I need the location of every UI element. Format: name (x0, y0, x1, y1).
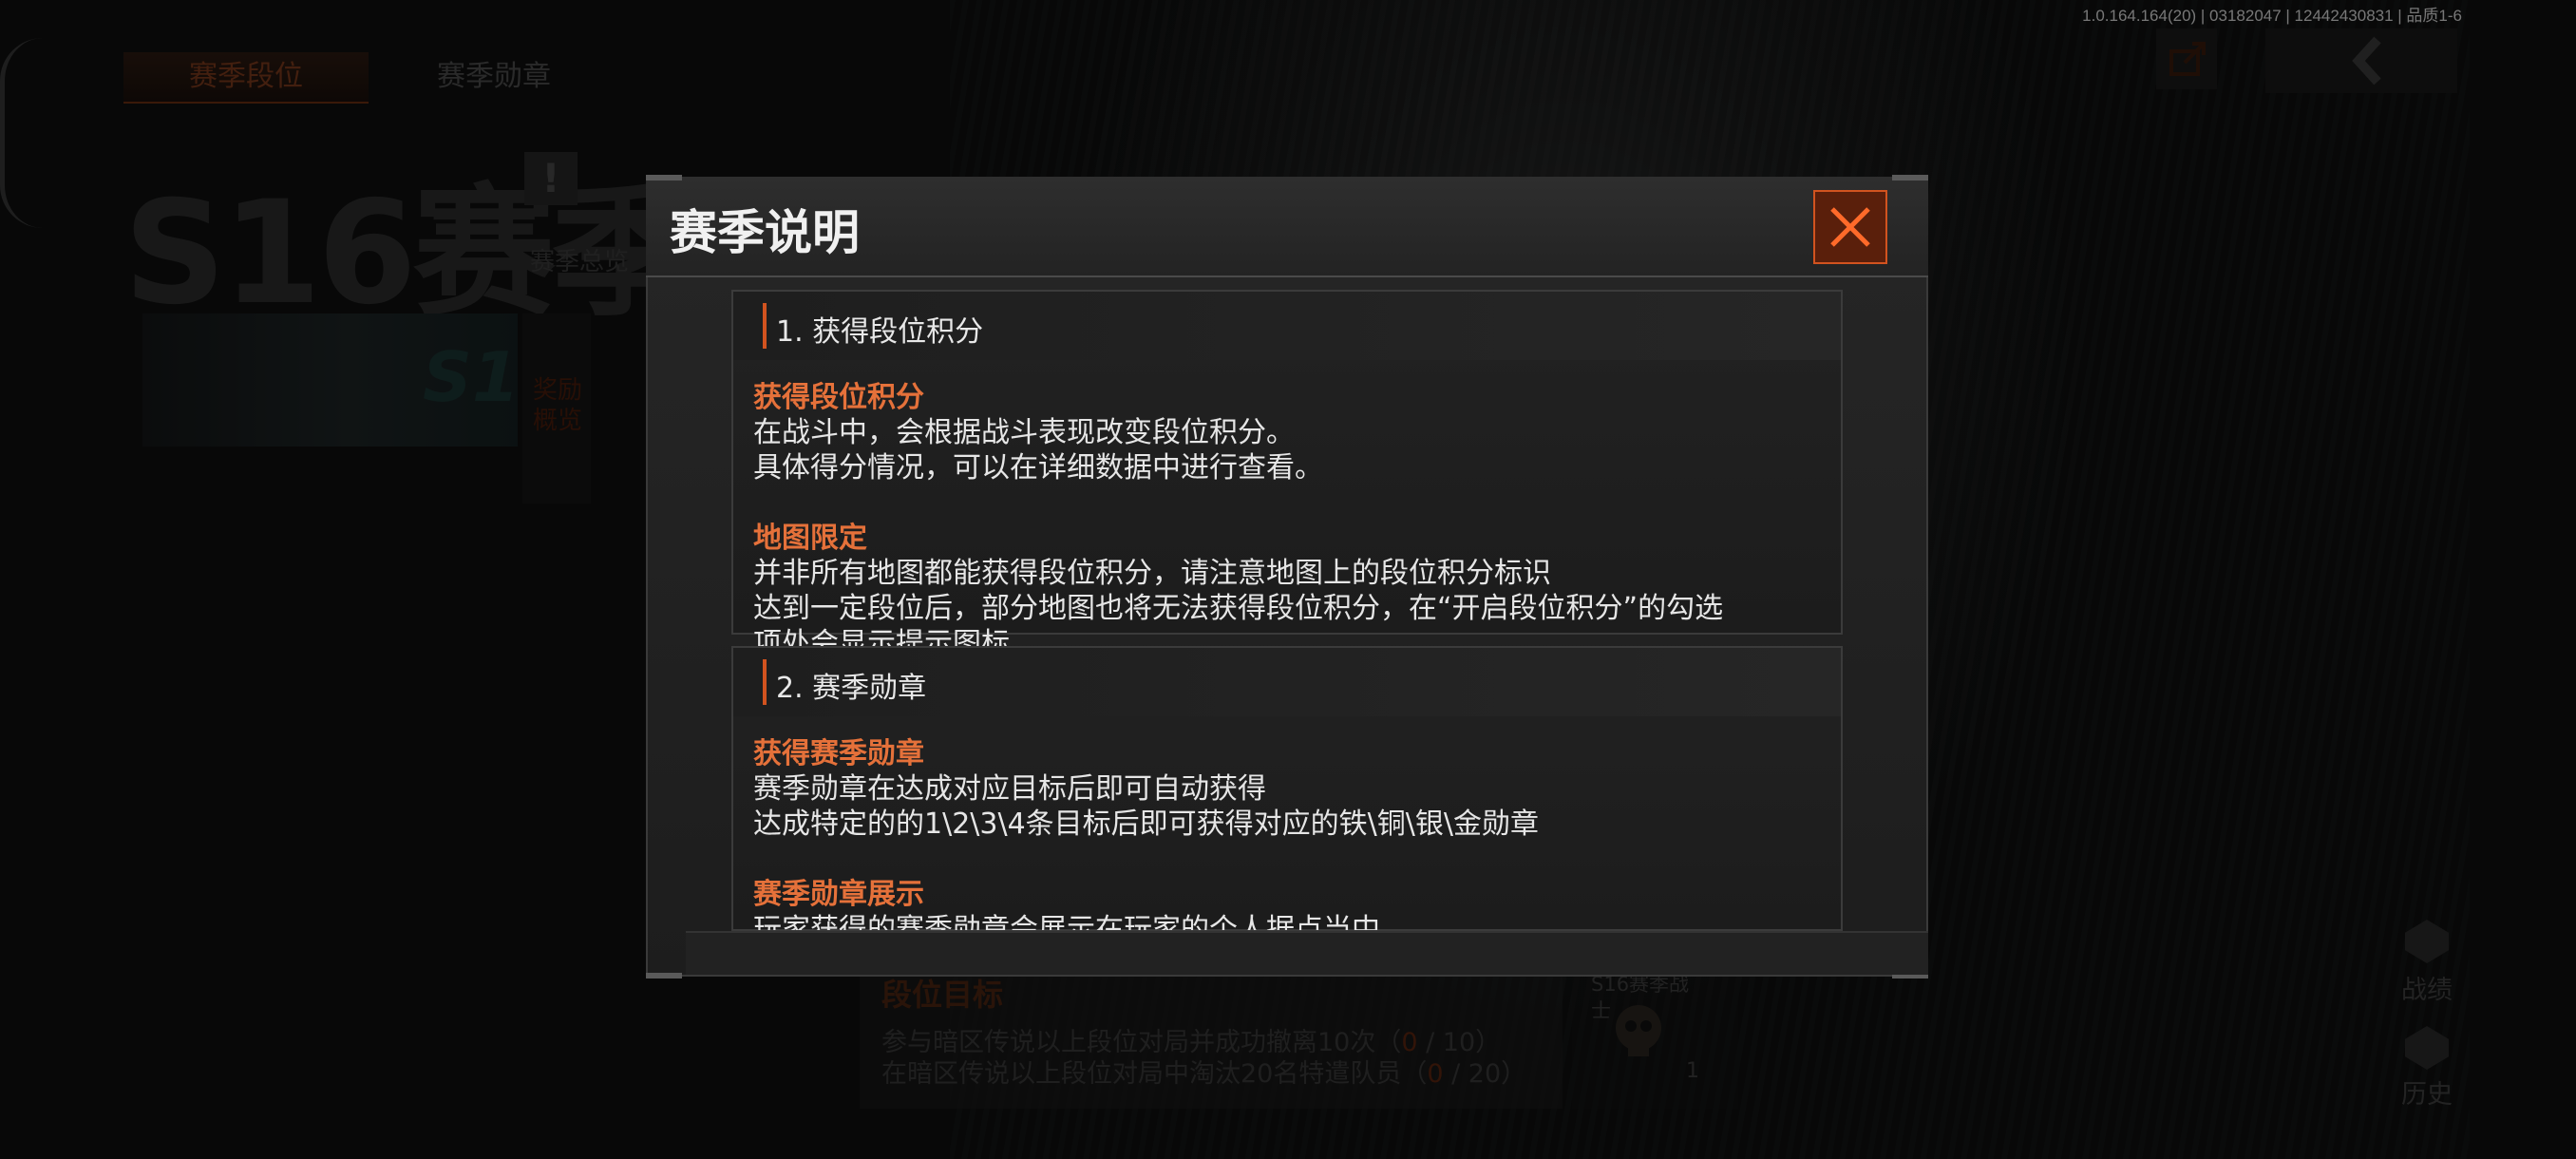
close-button[interactable] (1813, 190, 1887, 264)
close-icon (1830, 207, 1870, 247)
dialog-footer-bar (686, 931, 1928, 975)
corner-decor-tr (1892, 175, 1928, 180)
dialog-scroll-area[interactable] (731, 290, 1843, 931)
dialog-title: 赛季说明 (670, 205, 860, 260)
corner-decor-bl (646, 973, 682, 978)
corner-decor-tl (646, 175, 682, 180)
